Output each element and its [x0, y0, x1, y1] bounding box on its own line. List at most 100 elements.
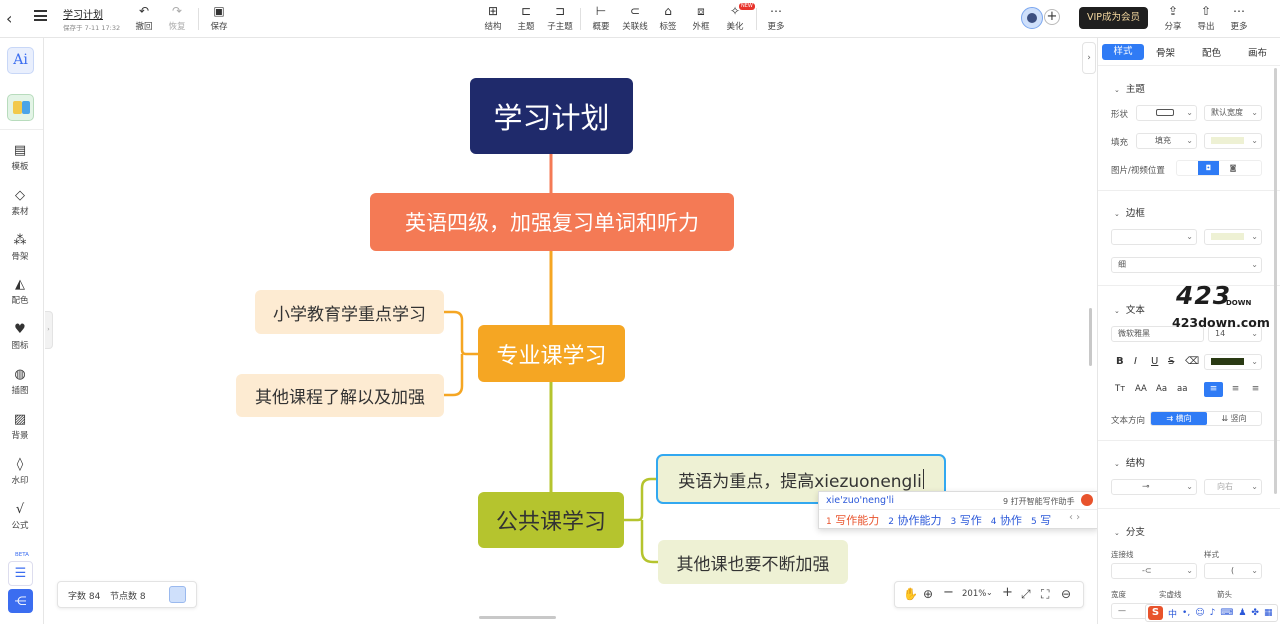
- child-node[interactable]: 其他课程了解以及加强: [236, 374, 444, 417]
- tool-relation[interactable]: ⊂ 关联线: [618, 3, 652, 35]
- ime-menu-icon[interactable]: ▦: [1264, 608, 1273, 618]
- sidebar-item-illustration[interactable]: ◍ 插图: [0, 366, 40, 406]
- ime-chinese-mode-icon[interactable]: 中: [1168, 607, 1177, 620]
- tool-topic[interactable]: ⊏ 主题: [509, 3, 543, 35]
- border-style-select[interactable]: ⌄: [1111, 229, 1197, 245]
- more-button[interactable]: ⋯ 更多: [1222, 3, 1256, 35]
- ime-keyboard-icon[interactable]: ⌨: [1220, 608, 1233, 618]
- capitalize-icon[interactable]: Aa: [1156, 384, 1167, 394]
- tab-color[interactable]: 配色: [1202, 45, 1221, 59]
- image-left-option[interactable]: ◙: [1223, 161, 1243, 175]
- section-border-header[interactable]: ⌄ 边框: [1114, 205, 1145, 219]
- menu-icon[interactable]: [34, 10, 47, 21]
- ime-skin-icon[interactable]: ✤: [1251, 608, 1259, 618]
- tab-canvas[interactable]: 画布: [1248, 45, 1267, 59]
- root-node[interactable]: 学习计划: [470, 78, 633, 154]
- doc-title[interactable]: 学习计划: [63, 6, 103, 21]
- ime-candidate[interactable]: 2 协作能力: [888, 512, 941, 528]
- share-button[interactable]: ⇪ 分享: [1156, 3, 1190, 35]
- bold-icon[interactable]: B: [1116, 356, 1124, 367]
- structure-type-select[interactable]: ⊸ ⌄: [1111, 479, 1197, 495]
- border-thickness-select[interactable]: 细 ⌄: [1111, 257, 1262, 273]
- ime-punctuation-icon[interactable]: •,: [1182, 608, 1190, 618]
- ime-candidate[interactable]: 4 协作: [991, 512, 1022, 528]
- export-button[interactable]: ⇧ 导出: [1189, 3, 1223, 35]
- avatar[interactable]: [1021, 7, 1043, 29]
- sidebar-item-icon[interactable]: ♥ 图标: [0, 321, 40, 361]
- tool-frame[interactable]: ⧈ 外框: [684, 3, 718, 35]
- text-direction-vertical[interactable]: ⇊ 竖向: [1207, 412, 1261, 425]
- undo-button[interactable]: ↶ 撤回: [127, 3, 161, 35]
- section-theme-header[interactable]: ⌄ 主题: [1114, 81, 1145, 95]
- child-node[interactable]: 其他课也要不断加强: [658, 540, 848, 584]
- ime-candidate[interactable]: 5 写: [1031, 512, 1051, 528]
- redo-button[interactable]: ↷ 恢复: [160, 3, 194, 35]
- horizontal-scrollbar[interactable]: [479, 616, 556, 619]
- ime-emoji-icon[interactable]: ☺: [1195, 608, 1204, 618]
- fullscreen-icon[interactable]: ⛶: [1041, 587, 1049, 602]
- tab-skeleton[interactable]: 骨架: [1156, 45, 1175, 59]
- sidebar-item-skeleton[interactable]: ⁂ 骨架: [0, 232, 40, 272]
- zoom-dropdown-icon[interactable]: ⌄: [986, 588, 993, 597]
- vertical-scrollbar[interactable]: [1089, 308, 1092, 366]
- strikethrough-icon[interactable]: S: [1168, 356, 1174, 367]
- vip-button[interactable]: VIP成为会员: [1079, 7, 1148, 29]
- fit-screen-icon[interactable]: ⤢: [1021, 587, 1031, 602]
- tool-tag[interactable]: ⌂ 标签: [651, 3, 685, 35]
- more-options-icon[interactable]: ⊖: [1061, 587, 1071, 601]
- mindmap-canvas[interactable]: › 学习计划 英语四级，加强复习单词和听力 专业课学习 小学教育学重点学习 其他…: [45, 38, 1098, 624]
- branch-node-english[interactable]: 英语四级，加强复习单词和听力: [370, 193, 734, 251]
- tool-more[interactable]: ⋯ 更多: [759, 3, 793, 35]
- hand-tool-icon[interactable]: ✋: [903, 587, 918, 601]
- collapse-panel-icon[interactable]: ›: [1082, 42, 1096, 74]
- back-icon[interactable]: ‹: [6, 9, 12, 28]
- lowercase-icon[interactable]: aa: [1177, 384, 1187, 394]
- fill-select[interactable]: 填充 ⌄: [1136, 133, 1197, 149]
- minimap-icon[interactable]: [169, 586, 186, 603]
- ime-assistant-link[interactable]: 9 打开智能写作助手: [1003, 496, 1075, 507]
- tool-summary[interactable]: ⊢ 概要: [584, 3, 618, 35]
- tool-structure[interactable]: ⊞ 结构: [476, 3, 510, 35]
- sidebar-item-template[interactable]: ▤ 模板: [0, 142, 40, 182]
- flashcard-icon[interactable]: [7, 94, 34, 121]
- child-node[interactable]: 小学教育学重点学习: [255, 290, 444, 334]
- sidebar-item-material[interactable]: ◇ 素材: [0, 187, 40, 227]
- underline-icon[interactable]: U: [1151, 356, 1158, 367]
- align-right-icon[interactable]: ≡: [1246, 382, 1265, 397]
- locate-icon[interactable]: ⊕: [923, 587, 933, 601]
- section-text-header[interactable]: ⌄ 文本: [1114, 302, 1145, 316]
- sogou-s-icon[interactable]: S: [1148, 606, 1163, 620]
- section-branch-header[interactable]: ⌄ 分支: [1114, 524, 1145, 538]
- tab-style[interactable]: 样式: [1102, 44, 1144, 60]
- tool-subtopic[interactable]: ⊐ 子主题: [543, 3, 577, 35]
- ime-voice-icon[interactable]: ♪: [1210, 608, 1216, 618]
- image-top-option[interactable]: ◘: [1198, 161, 1219, 175]
- shape-select[interactable]: ⌄: [1136, 105, 1197, 121]
- ime-candidate[interactable]: 1 写作能力: [826, 512, 879, 528]
- uppercase-icon[interactable]: AA: [1135, 384, 1147, 394]
- sidebar-item-watermark[interactable]: ◊ 水印: [0, 456, 40, 496]
- mindmap-view-icon[interactable]: ⋲: [8, 589, 33, 613]
- zoom-in-icon[interactable]: +: [1002, 585, 1013, 600]
- width-select[interactable]: 默认宽度 ⌄: [1204, 105, 1262, 121]
- sidebar-item-formula[interactable]: √ 公式: [0, 501, 40, 541]
- align-center-icon[interactable]: ≡: [1226, 382, 1245, 397]
- branch-node-major[interactable]: 专业课学习: [478, 325, 625, 382]
- structure-direction-select[interactable]: 向右 ⌄: [1204, 479, 1262, 495]
- sidebar-item-background[interactable]: ▨ 背景: [0, 411, 40, 451]
- text-direction-horizontal[interactable]: ⇉ 横向: [1151, 412, 1207, 425]
- add-collaborator-icon[interactable]: +: [1044, 9, 1060, 25]
- eraser-icon[interactable]: ⌫: [1185, 356, 1199, 367]
- branch-node-public[interactable]: 公共课学习: [478, 492, 624, 548]
- sidebar-item-color[interactable]: ◭ 配色: [0, 276, 40, 316]
- italic-icon[interactable]: I: [1134, 356, 1137, 367]
- panel-scrollbar[interactable]: [1274, 68, 1277, 494]
- ime-candidate[interactable]: 3 写作: [950, 512, 981, 528]
- section-structure-header[interactable]: ⌄ 结构: [1114, 455, 1145, 469]
- ai-button[interactable]: Ai: [7, 47, 34, 74]
- border-color-select[interactable]: ⌄: [1204, 229, 1262, 245]
- zoom-level[interactable]: 201%: [962, 589, 986, 599]
- save-button[interactable]: ▣ 保存: [202, 3, 236, 35]
- branch-style-select[interactable]: (⌄: [1204, 563, 1262, 579]
- zoom-out-icon[interactable]: −: [943, 585, 954, 600]
